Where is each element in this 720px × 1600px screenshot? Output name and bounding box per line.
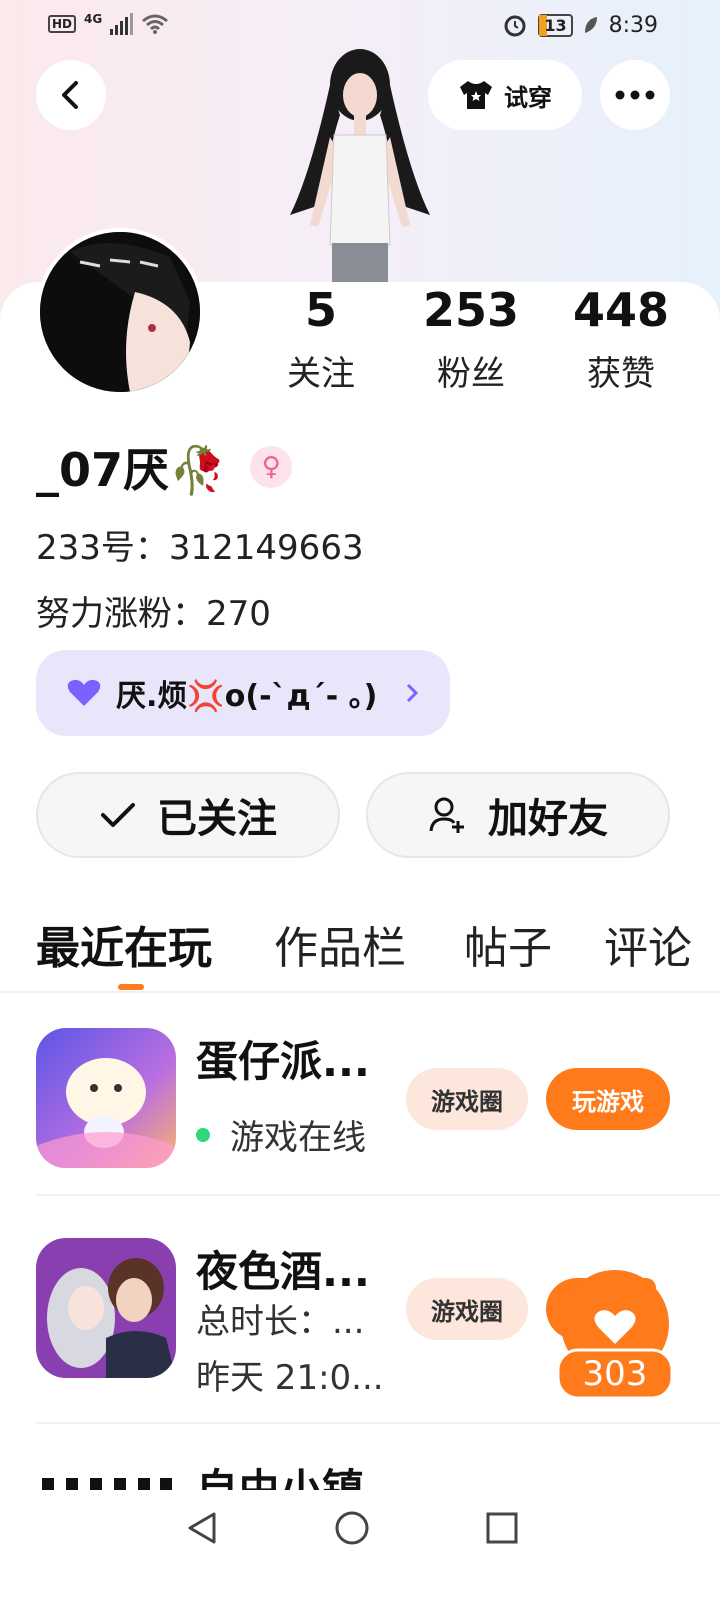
game-status-text: 游戏在线	[230, 1118, 366, 1158]
game-title: 蛋仔派...	[196, 1037, 370, 1086]
game-icon-image	[36, 1238, 176, 1378]
signature-text: 厌.烦💢o(-`д´- 。)	[116, 679, 378, 714]
stat-value: 253	[422, 283, 520, 337]
hd-badge: HD	[48, 15, 77, 33]
fans-goal-line: 努力涨粉：270	[36, 594, 271, 634]
game-title: 夜色酒...	[196, 1247, 370, 1296]
profile-tabs: 最近在玩 作品栏 帖子 评论	[0, 912, 720, 992]
like-floating-button[interactable]: 303	[556, 1270, 674, 1400]
system-nav-bar	[0, 1490, 720, 1600]
home-nav-icon[interactable]	[334, 1510, 370, 1546]
female-icon: ♀	[250, 446, 293, 488]
try-on-button[interactable]: 试穿	[428, 60, 582, 130]
game-last-played: 昨天 21:0...	[196, 1358, 384, 1398]
back-button[interactable]	[36, 60, 106, 130]
avatar[interactable]	[36, 228, 204, 396]
status-bar: HD 4G 13 8:39	[0, 8, 720, 48]
user-id-line: 233号：312149663	[36, 528, 364, 568]
signal-icon	[110, 13, 134, 35]
more-button[interactable]	[600, 60, 670, 130]
more-dots-icon	[615, 90, 655, 100]
stat-fans[interactable]: 253 粉丝	[401, 284, 541, 395]
heart-icon	[67, 679, 101, 706]
add-user-icon	[429, 797, 464, 833]
tab-comments[interactable]: 评论	[604, 912, 692, 976]
add-friend-label: 加好友	[488, 796, 608, 842]
stat-value: 5	[304, 283, 337, 337]
tab-recently-played[interactable]: 最近在玩	[36, 912, 212, 976]
tshirt-icon	[460, 81, 492, 109]
try-on-label: 试穿	[504, 83, 552, 112]
like-count: 303	[582, 1354, 648, 1394]
game-total-time: 总时长：...	[196, 1302, 365, 1342]
followed-label: 已关注	[157, 796, 277, 842]
divider	[0, 991, 720, 993]
avatar-image	[40, 232, 200, 392]
tab-works[interactable]: 作品栏	[274, 912, 406, 976]
clock: 8:39	[608, 12, 658, 38]
wifi-icon	[142, 14, 169, 34]
tab-posts[interactable]: 帖子	[464, 912, 552, 976]
divider	[36, 1422, 720, 1424]
profile-name: _07厌🥀	[36, 443, 227, 497]
game-circle-button[interactable]: 游戏圈	[406, 1278, 528, 1340]
list-item[interactable]: 蛋仔派... 游戏在线 游戏圈 玩游戏	[0, 1028, 720, 1228]
game-icon-image	[36, 1028, 176, 1168]
game-circle-button[interactable]: 游戏圈	[406, 1068, 528, 1130]
stat-label: 粉丝	[437, 354, 505, 394]
followed-button[interactable]: 已关注	[36, 772, 340, 858]
profile-name-row: _07厌🥀 ♀	[36, 434, 293, 500]
leaf-icon	[584, 17, 597, 33]
recents-nav-icon[interactable]	[484, 1510, 520, 1546]
chevron-left-icon	[62, 81, 78, 109]
game-icon[interactable]	[36, 1238, 176, 1378]
alarm-icon	[504, 15, 526, 37]
divider	[36, 1194, 720, 1196]
active-tab-indicator	[118, 984, 144, 990]
signature-pill[interactable]: 厌.烦💢o(-`д´- 。)	[36, 650, 450, 736]
play-game-button[interactable]: 玩游戏	[546, 1068, 670, 1130]
network-label: 4G	[84, 12, 103, 26]
avatar-3d-figure[interactable]	[270, 45, 450, 285]
stat-following[interactable]: 5 关注	[251, 284, 391, 395]
checkmark-icon	[101, 803, 135, 827]
stat-value: 448	[572, 283, 670, 337]
online-dot	[196, 1127, 210, 1142]
chevron-right-icon	[407, 683, 419, 703]
battery-icon: 13	[538, 13, 573, 37]
stat-likes[interactable]: 448 获赞	[551, 284, 691, 395]
back-nav-icon[interactable]	[184, 1510, 220, 1546]
stat-label: 获赞	[587, 354, 655, 394]
stat-label: 关注	[287, 354, 355, 394]
game-status: 游戏在线	[196, 1110, 366, 1159]
add-friend-button[interactable]: 加好友	[366, 772, 670, 858]
game-icon[interactable]	[36, 1028, 176, 1168]
